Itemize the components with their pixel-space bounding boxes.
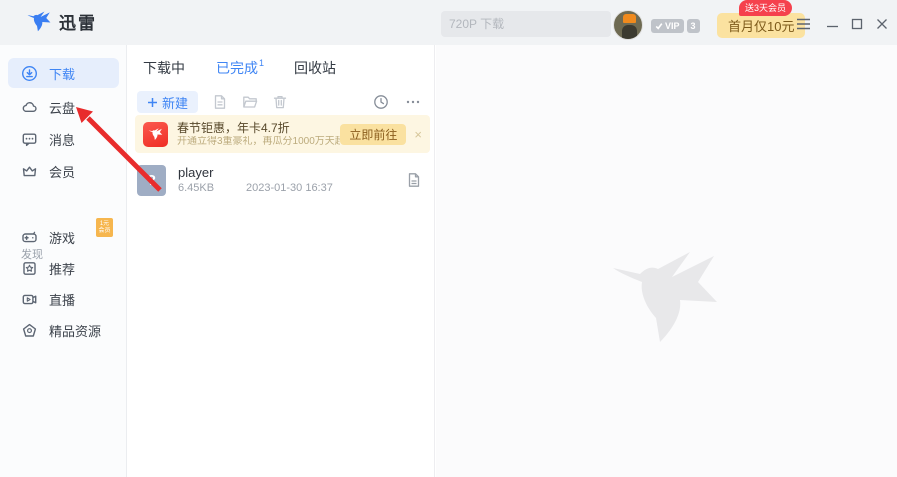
menu-button[interactable] [794,15,812,33]
app-title: 迅雷 [59,9,97,34]
user-avatar[interactable] [613,10,643,40]
sidebar-item-label: 游戏 [49,228,75,247]
banner-subtitle: 开通立得3重豪礼，再瓜分1000万天超会 [177,136,340,148]
file-details: 6.45KB 2023-01-30 16:37 [178,181,406,196]
detail-panel [436,45,897,477]
search-bar[interactable] [441,11,611,37]
close-button[interactable] [873,15,891,33]
task-list-panel: 下载中 已完成1 回收站 新建 [127,45,435,477]
file-row-player[interactable]: ? player 6.45KB 2023-01-30 16:37 [135,159,430,201]
download-icon [21,65,38,82]
banner-bird-icon [143,122,168,147]
sidebar-item-label: 精品资源 [49,321,101,340]
completed-count-badge: 1 [259,58,264,68]
message-icon [21,131,38,148]
sidebar-item-games[interactable]: 游戏 1元 会员 [8,222,119,252]
app-logo: 迅雷 [26,9,97,34]
xunlei-bird-icon [26,11,52,33]
task-toolbar: 新建 [137,90,425,114]
search-input[interactable] [449,17,604,31]
tab-completed[interactable]: 已完成1 [216,58,263,78]
gem-badge-icon [21,322,38,339]
check-icon [655,22,663,30]
sidebar-item-label: 消息 [49,130,75,149]
sidebar-item-label: 直播 [49,290,75,309]
xunlei-window: 迅雷 VIP 3 首月仅10元 送3天会员 [0,0,897,477]
open-folder-icon[interactable] [242,94,258,110]
sidebar-item-label: 下载 [49,64,75,83]
maximize-icon [851,18,863,30]
sidebar: 下载 云盘 消息 [0,45,127,477]
live-video-icon [21,291,38,308]
sidebar-item-recommend[interactable]: 推荐 [8,253,119,283]
star-bookmark-icon [21,260,38,277]
more-options-icon[interactable] [405,94,421,110]
cloud-icon [21,99,38,116]
task-tabs: 下载中 已完成1 回收站 [143,58,336,78]
hamburger-icon [796,18,811,30]
history-clock-icon[interactable] [373,94,389,110]
promo-button[interactable]: 首月仅10元 [717,13,805,38]
avatar-body [622,25,637,40]
sidebar-item-messages[interactable]: 消息 [8,124,119,154]
sidebar-item-premium[interactable]: 精品资源 [8,315,119,345]
trash-icon[interactable] [272,94,288,110]
file-info-icon[interactable] [212,94,228,110]
sidebar-item-label: 云盘 [49,98,75,117]
file-date: 2023-01-30 16:37 [246,181,333,196]
minimize-button[interactable] [823,15,841,33]
plus-icon [147,97,158,108]
banner-title: 春节钜惠，年卡4.7折 [177,121,340,136]
file-size: 6.45KB [178,181,246,196]
close-icon [876,18,888,30]
maximize-button[interactable] [848,15,866,33]
promo-countdown-badge: 送3天会员 [739,0,792,16]
new-task-button[interactable]: 新建 [137,91,198,113]
sidebar-item-download[interactable]: 下载 [8,58,119,88]
vip-badge[interactable]: VIP [651,19,684,33]
sidebar-item-label: 推荐 [49,259,75,278]
sidebar-item-cloud[interactable]: 云盘 [8,92,119,122]
minimize-icon [826,18,839,30]
promo-banner[interactable]: 春节钜惠，年卡4.7折 开通立得3重豪礼，再瓜分1000万天超会 立即前往 × [135,115,430,153]
avatar-hat [623,14,636,23]
banner-text: 春节钜惠，年卡4.7折 开通立得3重豪礼，再瓜分1000万天超会 [177,121,340,148]
banner-close-icon[interactable]: × [414,127,422,142]
banner-cta-button[interactable]: 立即前往 [340,124,406,145]
vip-badges[interactable]: VIP 3 [651,19,700,33]
open-file-icon[interactable] [406,172,422,188]
unknown-file-icon: ? [137,165,166,196]
sidebar-item-membership[interactable]: 会员 [8,156,119,186]
tab-recycle-bin[interactable]: 回收站 [294,58,336,78]
sidebar-item-live[interactable]: 直播 [8,284,119,314]
crown-icon [21,163,38,180]
games-promo-badge: 1元 会员 [96,218,113,237]
file-name: player [178,165,406,181]
tab-downloading[interactable]: 下载中 [143,58,185,78]
sidebar-item-label: 会员 [49,162,75,181]
vip-level-badge[interactable]: 3 [687,19,700,33]
topbar: 迅雷 VIP 3 首月仅10元 送3天会员 [0,0,897,45]
file-meta: player 6.45KB 2023-01-30 16:37 [178,165,406,196]
hummingbird-watermark-icon [610,250,720,350]
gamepad-icon [21,229,38,246]
